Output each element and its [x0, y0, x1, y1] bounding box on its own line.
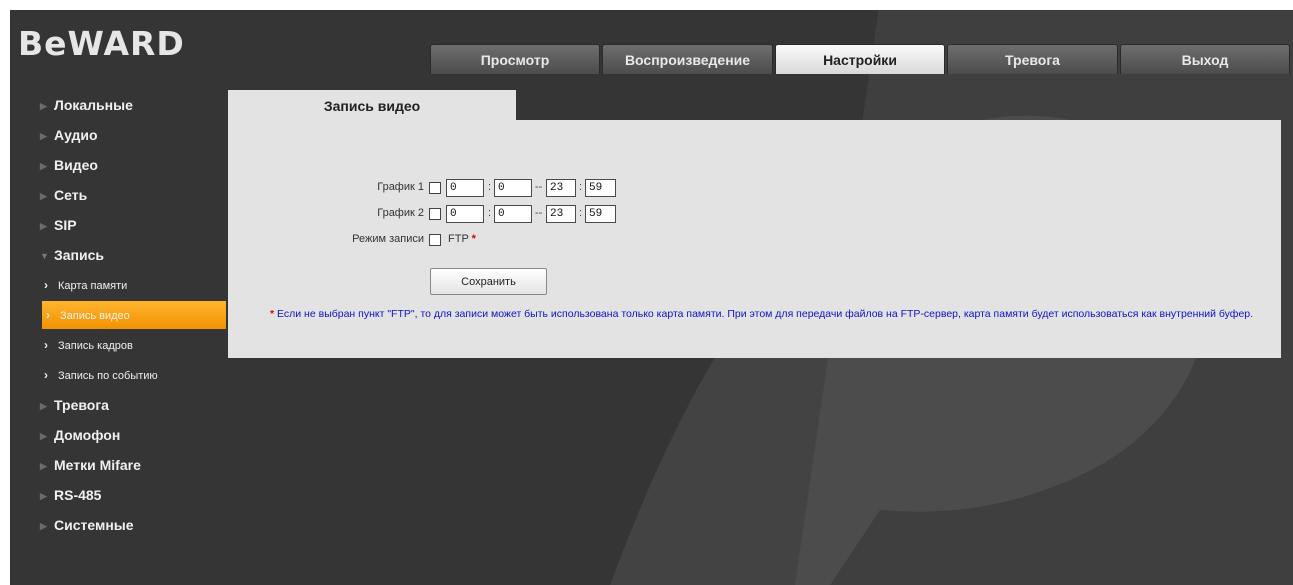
settings-panel: График 1 : -- : График 2 : -- : Режим за… — [228, 120, 1281, 358]
schedule1-checkbox[interactable] — [429, 182, 441, 194]
sidebar-item-video[interactable]: ▶ Видео — [40, 150, 230, 180]
beward-logo: BeWARD — [18, 24, 185, 63]
sidebar-item-rs485[interactable]: ▶ RS-485 — [40, 480, 230, 510]
sidebar-item-label: Аудио — [54, 127, 98, 143]
sidebar-item-label: Локальные — [54, 97, 133, 113]
time-separator: : — [488, 181, 492, 193]
triangle-right-icon: ▶ — [40, 401, 47, 411]
sidebar-item-label: Сеть — [54, 187, 88, 203]
chevron-right-icon: › — [46, 308, 50, 322]
range-separator: -- — [535, 207, 543, 219]
submenu-item-memory-card[interactable]: › Карта памяти — [40, 270, 230, 300]
schedule1-label: График 1 — [377, 181, 424, 193]
sidebar-item-label: Видео — [54, 157, 98, 173]
sidebar-item-network[interactable]: ▶ Сеть — [40, 180, 230, 210]
submenu-item-video-recording[interactable]: › Запись видео — [42, 301, 226, 329]
schedule2-label-cell: График 2 — [228, 204, 424, 224]
triangle-right-icon: ▶ — [40, 431, 47, 441]
triangle-right-icon: ▶ — [40, 491, 47, 501]
schedule2-label: График 2 — [377, 207, 424, 219]
submenu-item-event-recording[interactable]: › Запись по событию — [40, 360, 230, 390]
sidebar-item-label: Метки Mifare — [54, 457, 141, 473]
time-separator: : — [579, 207, 583, 219]
chevron-right-icon: › — [44, 278, 48, 292]
sidebar-item-sip[interactable]: ▶ SIP — [40, 210, 230, 240]
sidebar-item-label: RS-485 — [54, 487, 102, 503]
schedule1-to-hour-input[interactable] — [546, 179, 576, 197]
triangle-right-icon: ▶ — [40, 521, 47, 531]
schedule2-from-hour-input[interactable] — [446, 205, 484, 223]
sidebar-item-label: Домофон — [54, 427, 121, 443]
submenu-item-label: Запись по событию — [58, 370, 158, 382]
submenu-item-frame-recording[interactable]: › Запись кадров — [40, 330, 230, 360]
sidebar-item-recording[interactable]: ▼ Запись — [40, 240, 230, 270]
triangle-down-icon: ▼ — [40, 251, 49, 261]
sidebar-menu: ▶ Локальные ▶ Аудио ▶ Видео ▶ Сеть ▶ SIP ▼ Зап… — [40, 90, 230, 540]
ftp-option-label: FTP — [448, 233, 469, 245]
range-separator: -- — [535, 181, 543, 193]
schedule1-from-hour-input[interactable] — [446, 179, 484, 197]
schedule2-checkbox[interactable] — [429, 208, 441, 220]
save-button[interactable]: Сохранить — [430, 268, 547, 295]
note-text: Если не выбран пункт "FTP", то для запис… — [277, 308, 1254, 320]
sidebar-item-intercom[interactable]: ▶ Домофон — [40, 420, 230, 450]
recording-mode-label-cell: Режим записи — [228, 230, 424, 250]
triangle-right-icon: ▶ — [40, 131, 47, 141]
sidebar-item-label: Тревога — [54, 397, 109, 413]
tab-playback[interactable]: Воспроизведение — [602, 44, 773, 74]
recording-mode-label: Режим записи — [352, 233, 424, 245]
ftp-option: FTP * — [448, 233, 476, 245]
tab-alarm[interactable]: Тревога — [947, 44, 1118, 74]
triangle-right-icon: ▶ — [40, 191, 47, 201]
schedule1-from-minute-input[interactable] — [494, 179, 532, 197]
schedule2-from-minute-input[interactable] — [494, 205, 532, 223]
submenu-item-label: Запись видео — [60, 310, 130, 322]
schedule1-to-minute-input[interactable] — [585, 179, 616, 197]
ftp-checkbox[interactable] — [429, 234, 441, 246]
tab-preview[interactable]: Просмотр — [430, 44, 600, 74]
sidebar-item-mifare-tags[interactable]: ▶ Метки Mifare — [40, 450, 230, 480]
schedule2-to-minute-input[interactable] — [585, 205, 616, 223]
app-window: BeWARD Просмотр Воспроизведение Настройк… — [10, 10, 1293, 585]
section-title-tab: Запись видео — [228, 90, 516, 120]
chevron-right-icon: › — [44, 368, 48, 382]
time-separator: : — [488, 207, 492, 219]
tab-exit[interactable]: Выход — [1120, 44, 1290, 74]
time-separator: : — [579, 181, 583, 193]
sidebar-item-label: Системные — [54, 517, 134, 533]
triangle-right-icon: ▶ — [40, 161, 47, 171]
submenu-item-label: Карта памяти — [58, 280, 128, 292]
sidebar-item-label: Запись — [54, 247, 105, 263]
schedule2-to-hour-input[interactable] — [546, 205, 576, 223]
note-star: * — [270, 308, 275, 320]
required-mark: * — [471, 233, 476, 245]
triangle-right-icon: ▶ — [40, 461, 47, 471]
schedule1-label-cell: График 1 — [228, 178, 424, 198]
sidebar-item-audio[interactable]: ▶ Аудио — [40, 120, 230, 150]
sidebar-item-system[interactable]: ▶ Системные — [40, 510, 230, 540]
triangle-right-icon: ▶ — [40, 221, 47, 231]
tab-settings[interactable]: Настройки — [775, 44, 945, 74]
triangle-right-icon: ▶ — [40, 101, 47, 111]
submenu-item-label: Запись кадров — [58, 340, 133, 352]
sidebar-item-alarm[interactable]: ▶ Тревога — [40, 390, 230, 420]
chevron-right-icon: › — [44, 338, 48, 352]
sidebar-item-local[interactable]: ▶ Локальные — [40, 90, 230, 120]
sidebar-item-label: SIP — [54, 217, 77, 233]
ftp-note: * Если не выбран пункт "FTP", то для зап… — [270, 304, 1270, 325]
